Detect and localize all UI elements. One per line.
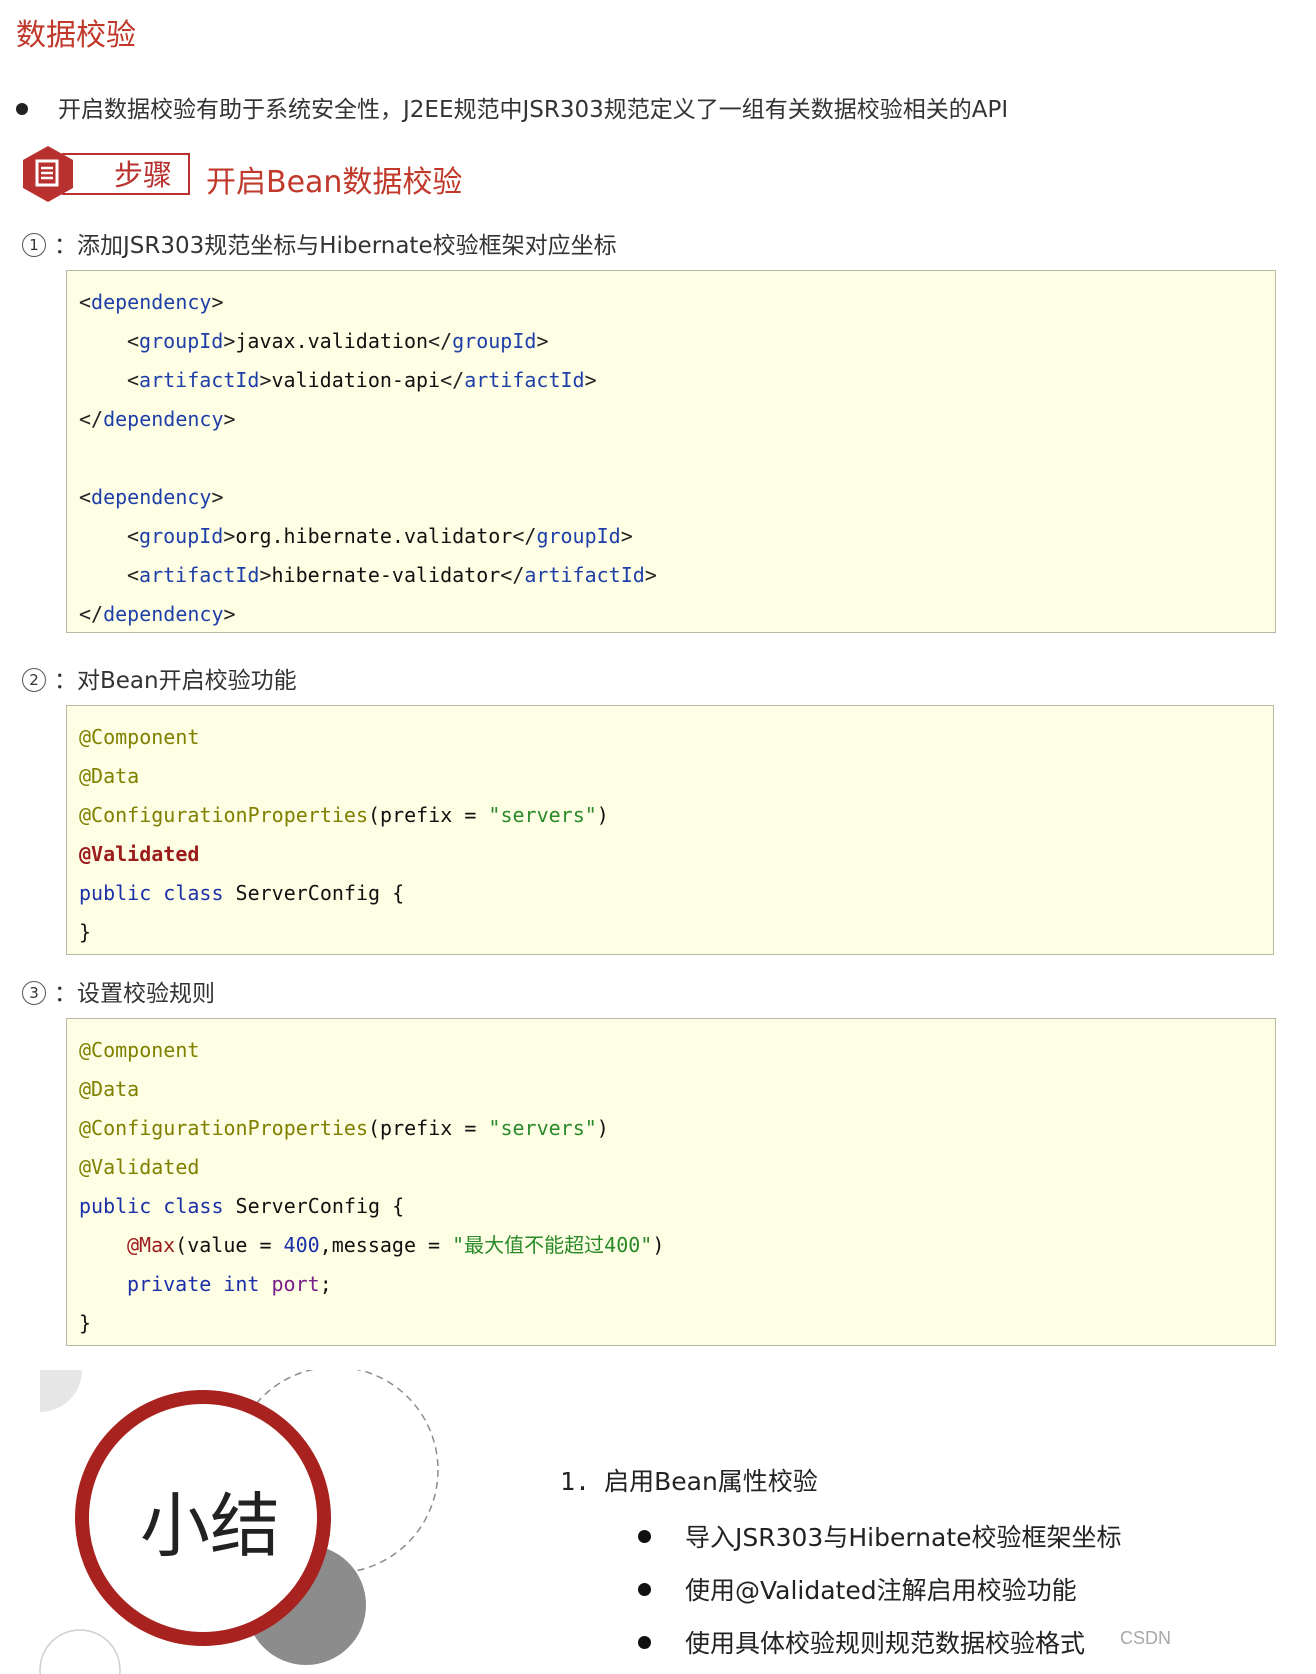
summary-sub-text: 使用具体校验规则规范数据校验格式 (685, 1629, 1086, 1658)
step-text: ：对Bean开启校验功能 (54, 668, 297, 694)
summary-item-text: 启用Bean属性校验 (604, 1467, 818, 1496)
step-3-label: 3 ：设置校验规则 (22, 974, 215, 1008)
code-block-validated-bean: @Component @Data @ConfigurationPropertie… (66, 705, 1274, 955)
code-line: <dependency> (79, 290, 224, 314)
code-line: public class ServerConfig { (79, 1194, 405, 1218)
code-line: </dependency> (79, 602, 236, 626)
code-line: } (79, 920, 92, 944)
code-block-validation-rules: @Component @Data @ConfigurationPropertie… (66, 1018, 1276, 1346)
code-line: @Component (79, 1038, 200, 1062)
summary-title: 小结 (140, 1485, 280, 1567)
code-line: <dependency> (79, 485, 224, 509)
code-line: @Validated (79, 842, 200, 866)
intro-text: 开启数据校验有助于系统安全性，J2EE规范中JSR303规范定义了一组有关数据校… (58, 97, 1009, 123)
code-line: private int port; (127, 1272, 332, 1296)
code-line: } (79, 1311, 92, 1335)
code-line: <artifactId>hibernate-validator</artifac… (127, 563, 657, 587)
bullet-dot-icon (638, 1582, 651, 1596)
document-hexagon-icon (23, 146, 73, 202)
code-line: @Component (79, 725, 200, 749)
code-line: @Data (79, 1077, 140, 1101)
code-line: </dependency> (79, 407, 236, 431)
intro-bullet: 开启数据校验有助于系统安全性，J2EE规范中JSR303规范定义了一组有关数据校… (16, 90, 1008, 124)
code-line: @Max(value = 400,message = "最大值不能超过400") (127, 1233, 665, 1257)
step-text: ：添加JSR303规范坐标与Hibernate校验框架对应坐标 (54, 233, 617, 259)
code-line: <groupId>org.hibernate.validator</groupI… (127, 524, 633, 548)
code-line: <artifactId>validation-api</artifactId> (127, 368, 597, 392)
step-number: 3 (22, 980, 46, 1005)
summary-item-number: 1. (560, 1467, 591, 1496)
summary-sub-text: 导入JSR303与Hibernate校验框架坐标 (685, 1523, 1122, 1552)
step-number: 1 (22, 232, 46, 257)
summary-sub-item: 使用@Validated注解启用校验功能 (638, 1571, 1077, 1607)
summary-item-1: 1. 启用Bean属性校验 (560, 1462, 818, 1498)
page-title: 数据校验 (16, 18, 136, 53)
summary-sub-text: 使用@Validated注解启用校验功能 (685, 1576, 1077, 1605)
bullet-dot-icon (638, 1635, 651, 1649)
step-text: ：设置校验规则 (54, 981, 215, 1007)
summary-sub-item: 使用具体校验规则规范数据校验格式 (638, 1624, 1085, 1660)
bullet-dot-icon (638, 1529, 651, 1543)
code-block-dependencies: <dependency> <groupId>javax.validation</… (66, 270, 1276, 633)
code-line: @Data (79, 764, 140, 788)
code-line: @ConfigurationProperties(prefix = "serve… (79, 1116, 609, 1140)
code-line: @Validated (79, 1155, 200, 1179)
csdn-watermark: CSDN (1120, 1628, 1172, 1648)
step-2-label: 2 ：对Bean开启校验功能 (22, 661, 297, 695)
code-line: public class ServerConfig { (79, 881, 405, 905)
summary-sub-item: 导入JSR303与Hibernate校验框架坐标 (638, 1518, 1122, 1554)
steps-heading: 开启Bean数据校验 (206, 165, 463, 200)
steps-badge-label: 步骤 (62, 153, 190, 195)
bullet-dot-icon (16, 102, 28, 115)
step-1-label: 1 ：添加JSR303规范坐标与Hibernate校验框架对应坐标 (22, 226, 617, 260)
code-line: <groupId>javax.validation</groupId> (127, 329, 549, 353)
code-line: @ConfigurationProperties(prefix = "serve… (79, 803, 609, 827)
step-number: 2 (22, 667, 46, 692)
